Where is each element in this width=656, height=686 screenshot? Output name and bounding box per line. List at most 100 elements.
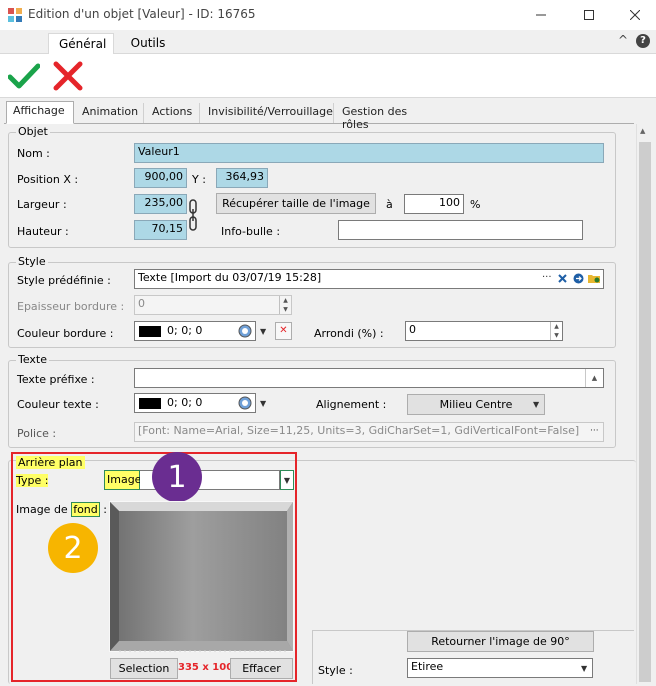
arrondi-input[interactable]: 0 (405, 321, 563, 341)
objet-group-title: Objet (16, 125, 50, 138)
texte-group-title: Texte (16, 353, 50, 366)
texte-prefixe-expand-icon[interactable]: ▲ (585, 369, 603, 387)
arrondi-value: 0 (409, 323, 416, 336)
maximize-icon (584, 10, 594, 20)
style-predefinie-field[interactable]: Texte [Import du 03/07/19 15:28] (134, 269, 604, 289)
remove-color-icon[interactable]: ✕ (275, 322, 292, 340)
texte-prefixe-input[interactable] (134, 368, 604, 388)
chain-link-icon[interactable] (189, 199, 198, 231)
style-predefinie-label: Style prédéfinie : (17, 274, 111, 287)
validate-check-icon[interactable] (8, 62, 40, 90)
police-field[interactable]: [Font: Name=Arial, Size=11,25, Units=3, … (134, 422, 604, 442)
tab-invisibilite[interactable]: Invisibilité/Verrouillage (202, 103, 334, 123)
minimize-icon (536, 14, 546, 16)
badge-two: 2 (48, 523, 98, 573)
folder-icon[interactable] (588, 273, 601, 284)
scrollbar-thumb[interactable] (639, 142, 651, 682)
largeur-input[interactable]: 235,00 (134, 194, 187, 214)
clear-x-icon[interactable] (558, 274, 567, 283)
alignement-dropdown-icon[interactable]: ▼ (533, 400, 539, 409)
couleur-bordure-value: 0; 0; 0 (167, 324, 203, 337)
couleur-texte-dropdown-icon[interactable]: ▼ (260, 399, 266, 408)
app-icon (8, 8, 22, 22)
badge-one: 1 (152, 452, 202, 502)
style-image-value: Etiree (411, 660, 444, 673)
style-image-label: Style : (318, 664, 353, 677)
style-image-dropdown-icon[interactable]: ▼ (581, 664, 587, 673)
minimize-button[interactable] (518, 0, 564, 30)
ribbon-tab-outils[interactable]: Outils (120, 33, 176, 55)
color-picker-icon[interactable] (238, 324, 252, 338)
type-value: Image (107, 473, 142, 486)
ribbon-collapse-icon[interactable]: ^ (618, 33, 628, 47)
type-value-highlight: Image (104, 470, 142, 490)
close-icon (630, 10, 640, 20)
epaisseur-spin-icon[interactable]: ▲ ▼ (279, 296, 291, 314)
a-label: à (386, 198, 393, 211)
tab-animation[interactable]: Animation (76, 103, 144, 123)
effacer-button[interactable]: Effacer (230, 658, 293, 679)
percent-sign: % (470, 198, 481, 211)
couleur-texte-label: Couleur texte : (17, 398, 99, 411)
cancel-cross-icon[interactable] (52, 60, 84, 92)
maximize-button[interactable] (566, 0, 612, 30)
image-fond-label-c: : (99, 503, 107, 516)
alignement-label: Alignement : (316, 398, 387, 411)
epaisseur-bordure-value: 0 (138, 297, 145, 310)
alignement-value: Milieu Centre (439, 398, 513, 411)
navigate-arrow-icon[interactable] (573, 273, 584, 284)
nom-label: Nom : (17, 147, 50, 160)
type-label: Type : (16, 474, 49, 487)
percent-input[interactable]: 100 (404, 194, 464, 214)
style-group-title: Style (16, 255, 48, 268)
position-y-input[interactable]: 364,93 (216, 168, 268, 188)
arrondi-label: Arrondi (%) : (314, 327, 384, 340)
couleur-texte-value: 0; 0; 0 (167, 396, 203, 409)
title-bar: Edition d'un objet [Valeur] - ID: 16765 (0, 0, 656, 30)
tab-gestion-roles[interactable]: Gestion des rôles (336, 103, 436, 131)
image-size-text: 335 x 100 (178, 662, 234, 673)
tab-affichage[interactable]: Affichage (6, 101, 74, 124)
couleur-bordure-label: Couleur bordure : (17, 327, 114, 340)
alignement-dropdown[interactable]: Milieu Centre (407, 394, 545, 415)
epaisseur-bordure-input[interactable]: 0 (134, 295, 292, 315)
police-label: Police : (17, 427, 57, 440)
largeur-label: Largeur : (17, 198, 67, 211)
window-title: Edition d'un objet [Valeur] - ID: 16765 (28, 7, 256, 21)
police-more-icon[interactable]: ··· (590, 426, 599, 436)
info-bulle-input[interactable] (338, 220, 583, 240)
type-dropdown-icon: ▼ (283, 476, 291, 485)
type-dropdown-arrow[interactable]: ▼ (280, 470, 294, 490)
style-predefinie-value: Texte [Import du 03/07/19 15:28] (138, 271, 322, 284)
texte-prefixe-label: Texte préfixe : (17, 373, 95, 386)
couleur-texte-swatch (139, 398, 161, 409)
tab-strip: Affichage Animation Actions Invisibilité… (4, 101, 634, 131)
scroll-up-icon[interactable]: ▲ (640, 127, 645, 135)
image-fond-label: Image de fond : (16, 502, 107, 517)
ribbon-toolbar (0, 54, 656, 98)
ribbon-tabs: Général Outils ^ ? (0, 30, 656, 55)
hauteur-label: Hauteur : (17, 225, 69, 238)
background-image-preview (109, 501, 294, 652)
info-bulle-label: Info-bulle : (221, 225, 281, 238)
retourner-image-button[interactable]: Retourner l'image de 90° (407, 631, 594, 652)
tab-actions[interactable]: Actions (146, 103, 200, 123)
close-button[interactable] (612, 0, 656, 30)
hauteur-input[interactable]: 70,15 (134, 220, 187, 240)
text-color-picker-icon[interactable] (238, 396, 252, 410)
epaisseur-bordure-label: Epaisseur bordure : (17, 300, 125, 313)
image-fond-label-b: fond (71, 502, 100, 517)
selection-button[interactable]: Selection (110, 658, 178, 679)
position-x-input[interactable]: 900,00 (134, 168, 187, 188)
position-y-label: Y : (192, 173, 206, 186)
ribbon-tab-general[interactable]: Général (48, 33, 114, 55)
vertical-scrollbar[interactable]: ▲ (636, 124, 652, 684)
more-options-icon[interactable]: ··· (542, 272, 552, 283)
couleur-bordure-dropdown-icon[interactable]: ▼ (260, 327, 266, 336)
arriere-plan-title: Arrière plan (16, 456, 85, 469)
recuperer-taille-button[interactable]: Récupérer taille de l'image (216, 193, 376, 214)
help-icon[interactable]: ? (636, 34, 650, 48)
style-image-dropdown[interactable]: Etiree (407, 658, 593, 678)
nom-input[interactable]: Valeur1 (134, 143, 604, 163)
arrondi-spin-icon[interactable]: ▲ ▼ (550, 322, 562, 340)
